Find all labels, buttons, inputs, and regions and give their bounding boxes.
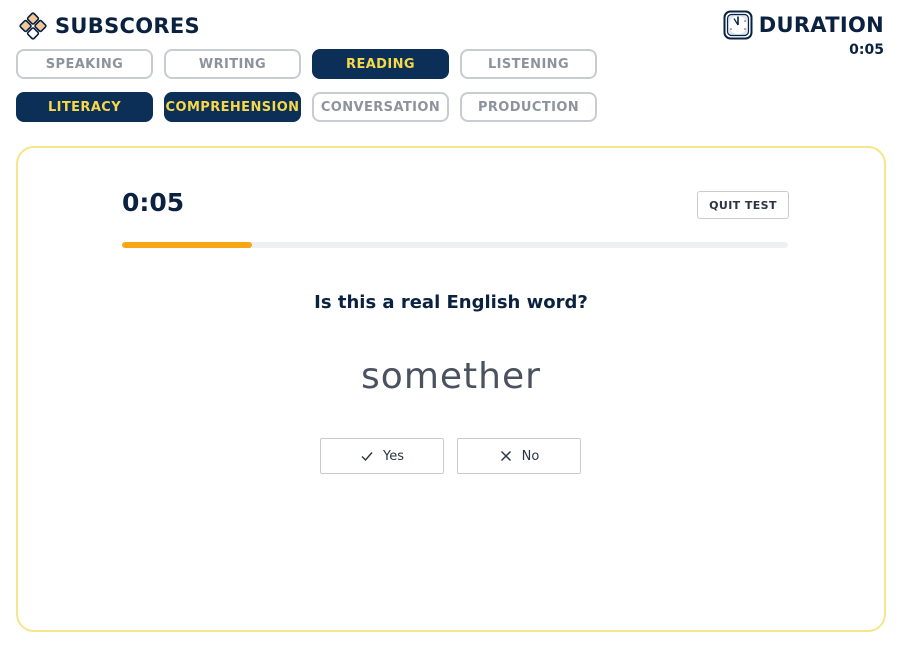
check-icon — [361, 452, 373, 462]
tab-literacy[interactable]: LITERACY — [16, 92, 153, 122]
progress-fill — [122, 242, 252, 248]
test-timer: 0:05 — [122, 188, 185, 217]
duration-value: 0:05 — [849, 42, 884, 58]
duration-title: DURATION — [758, 13, 884, 37]
tab-writing[interactable]: WRITING — [164, 49, 301, 79]
clock-icon — [723, 10, 753, 40]
yes-label: Yes — [383, 448, 404, 464]
progress-bar — [122, 242, 788, 248]
close-icon — [500, 451, 511, 461]
no-label: No — [521, 448, 540, 464]
tab-conversation[interactable]: CONVERSATION — [312, 92, 449, 122]
header: SUBSCORES — [17, 10, 200, 42]
page-title: SUBSCORES — [55, 14, 200, 38]
tab-comprehension[interactable]: COMPREHENSION — [164, 92, 301, 122]
answer-buttons: Yes No — [320, 438, 594, 474]
subscore-tabs: LITERACY COMPREHENSION CONVERSATION PROD… — [16, 92, 608, 122]
skill-tabs: SPEAKING WRITING READING LISTENING — [16, 49, 608, 79]
yes-button[interactable]: Yes — [320, 438, 444, 474]
quit-test-button[interactable]: QUIT TEST — [697, 191, 789, 219]
duration-panel: DURATION 0:05 — [723, 10, 884, 58]
no-button[interactable]: No — [457, 438, 581, 474]
question-text: Is this a real English word? — [314, 292, 588, 313]
diamond-grid-icon — [19, 12, 47, 40]
tab-reading[interactable]: READING — [312, 49, 449, 79]
tab-listening[interactable]: LISTENING — [460, 49, 597, 79]
test-word: somether — [361, 356, 541, 397]
tab-production[interactable]: PRODUCTION — [460, 92, 597, 122]
test-card: 0:05 QUIT TEST Is this a real English wo… — [16, 146, 886, 632]
tab-speaking[interactable]: SPEAKING — [16, 49, 153, 79]
